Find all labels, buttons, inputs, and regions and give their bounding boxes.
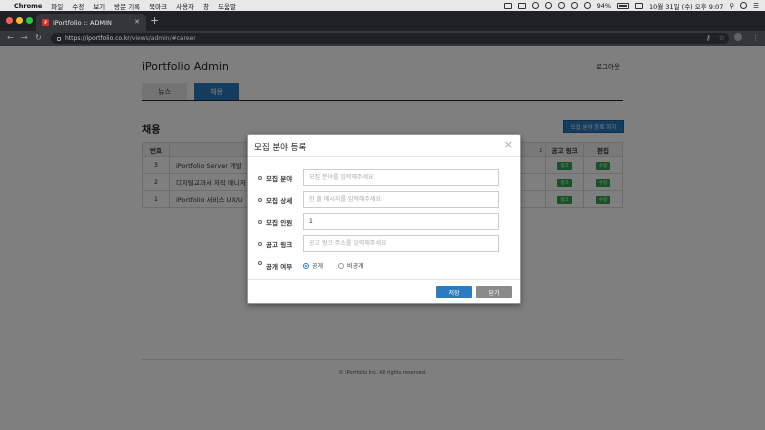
save-button[interactable]: 저장 — [436, 286, 472, 298]
menubar-clock[interactable]: 10월 31일 (수) 오후 9:07 — [649, 1, 723, 11]
tab-close-icon[interactable]: ✕ — [134, 18, 140, 26]
menu-file[interactable]: 파일 — [51, 1, 63, 11]
visibility-radio-group: 공개 비공개 — [303, 261, 364, 270]
url-path: /views/admin/#career — [129, 35, 196, 42]
app-status-icon[interactable] — [517, 2, 526, 9]
recruit-register-modal: 모집 분야 등록 × 모집 분야 모집 상세 모집 인원 공고 링크 공개 여부… — [247, 134, 521, 304]
link-input[interactable] — [303, 235, 499, 252]
position-input[interactable] — [303, 169, 499, 186]
spotlight-icon[interactable]: ⚲ — [729, 2, 734, 10]
battery-icon[interactable] — [617, 2, 630, 9]
browser-tab-title: iPortfolio :: ADMIN — [53, 18, 112, 27]
lock-icon[interactable] — [57, 36, 61, 41]
siri-icon[interactable] — [740, 2, 748, 9]
field-label: 모집 인원 — [266, 219, 293, 227]
menu-people[interactable]: 사용자 — [176, 1, 194, 11]
field-row-position: 모집 분야 — [248, 169, 520, 187]
forward-icon[interactable]: → — [21, 33, 28, 43]
menu-edit[interactable]: 수정 — [72, 1, 84, 11]
field-label: 모집 상세 — [266, 197, 293, 205]
cloud-icon[interactable] — [531, 2, 539, 9]
url-host: https://iportfolio.co.kr — [65, 35, 130, 42]
macos-menubar: Chrome 파일 수정 보기 방문 기록 북마크 사용자 창 도움말 94% … — [0, 0, 765, 11]
close-button[interactable]: 닫기 — [476, 286, 512, 298]
profile-avatar[interactable] — [734, 33, 742, 41]
bullet-icon — [258, 176, 262, 180]
field-label: 공개 여부 — [266, 263, 293, 271]
bullet-icon — [258, 261, 262, 265]
sync-icon[interactable] — [544, 2, 552, 9]
menu-window[interactable]: 창 — [203, 1, 209, 11]
modal-title: 모집 분야 등록 — [254, 143, 307, 153]
field-label: 공고 링크 — [266, 241, 293, 249]
new-tab-button[interactable]: + — [150, 15, 159, 27]
menubar-status-area: 94% 10월 31일 (수) 오후 9:07 ⚲ ☰ — [503, 0, 759, 11]
battery-percent: 94% — [596, 1, 612, 10]
menu-history[interactable]: 방문 기록 — [114, 1, 140, 11]
radio-private[interactable] — [338, 262, 345, 269]
bullet-icon — [258, 220, 262, 224]
modal-close-icon[interactable]: × — [504, 139, 513, 151]
key-icon[interactable]: ⚷ — [706, 33, 711, 44]
radio-public[interactable] — [303, 262, 309, 269]
window-zoom-button[interactable] — [26, 17, 33, 24]
field-row-visibility: 공개 여부 공개 비공개 — [248, 257, 520, 275]
field-row-headcount: 모집 인원 — [248, 213, 520, 231]
radio-public-label[interactable]: 공개 — [312, 261, 323, 270]
time-machine-icon[interactable] — [557, 2, 565, 9]
radio-private-label[interactable]: 비공개 — [347, 261, 364, 270]
menu-bookmarks[interactable]: 북마크 — [149, 1, 167, 11]
bullet-icon — [258, 242, 262, 246]
browser-tab[interactable]: iP iPortfolio :: ADMIN ✕ — [36, 14, 146, 31]
reload-icon[interactable]: ↻ — [35, 33, 42, 43]
menu-help[interactable]: 도움말 — [218, 1, 236, 11]
address-bar[interactable]: https://iportfolio.co.kr/views/admin/#ca… — [51, 33, 729, 44]
browser-toolbar: ← → ↻ https://iportfolio.co.kr/views/adm… — [0, 31, 765, 46]
field-row-link: 공고 링크 — [248, 235, 520, 253]
menu-view[interactable]: 보기 — [93, 1, 105, 11]
field-row-detail: 모집 상세 — [248, 191, 520, 209]
field-label: 모집 분야 — [266, 175, 293, 183]
chrome-menu-icon[interactable]: ⋮ — [752, 33, 759, 43]
window-minimize-button[interactable] — [16, 17, 23, 24]
favicon-icon: iP — [42, 19, 49, 26]
wifi-icon[interactable] — [583, 2, 591, 9]
modal-header: 모집 분야 등록 × — [248, 135, 520, 157]
window-close-button[interactable] — [6, 17, 13, 24]
bluetooth-icon[interactable] — [570, 2, 578, 9]
headcount-input[interactable] — [303, 213, 499, 230]
bullet-icon — [258, 198, 262, 202]
detail-input[interactable] — [303, 191, 499, 208]
input-flag-icon[interactable] — [635, 2, 644, 9]
notification-center-icon[interactable]: ☰ — [753, 2, 759, 10]
screen-icon[interactable] — [503, 2, 512, 9]
menu-app-name[interactable]: Chrome — [14, 2, 42, 10]
back-icon[interactable]: ← — [7, 33, 14, 43]
browser-tab-strip: iP iPortfolio :: ADMIN ✕ + — [0, 11, 765, 31]
bookmark-star-icon[interactable]: ☆ — [719, 33, 725, 44]
